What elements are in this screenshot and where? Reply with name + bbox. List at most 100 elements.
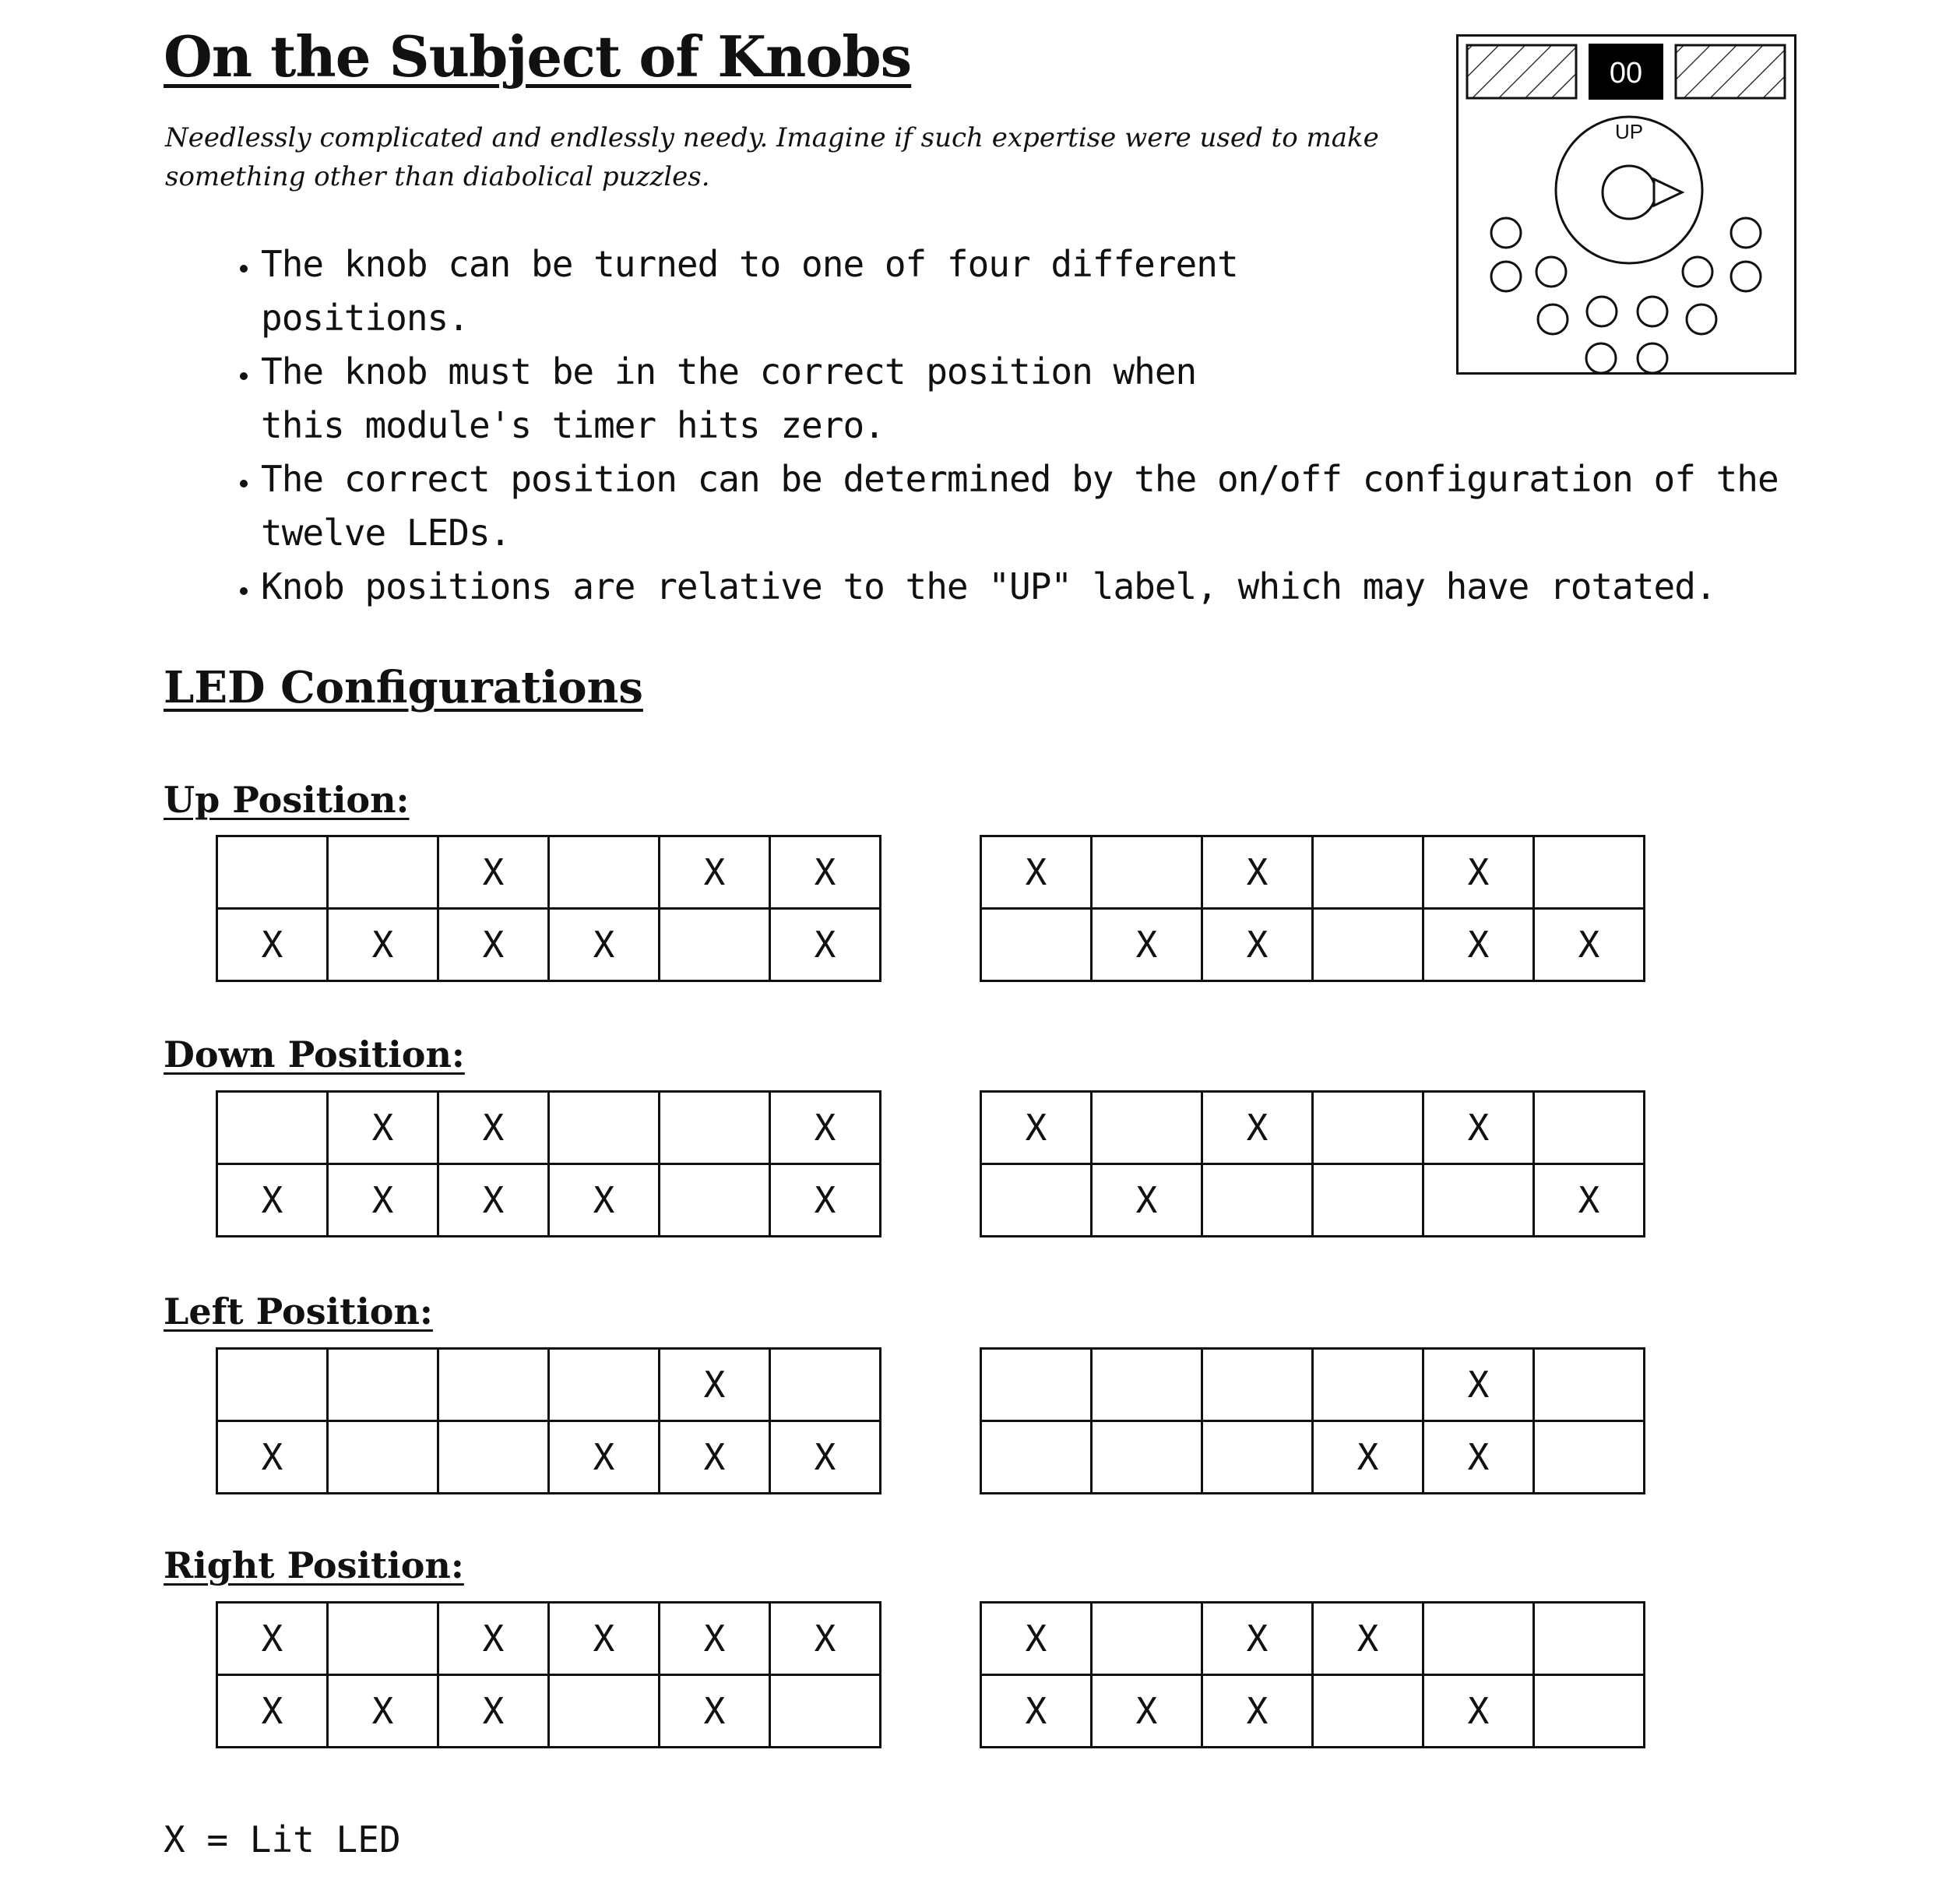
led-cell: X bbox=[1311, 1601, 1424, 1676]
led-cell bbox=[547, 1090, 660, 1165]
led-cell: X bbox=[1422, 1674, 1535, 1748]
led-cell bbox=[437, 1420, 550, 1494]
led-cell bbox=[547, 1347, 660, 1422]
led-config-table: XXXXXXX bbox=[980, 1601, 1645, 1748]
led-cell bbox=[216, 1347, 329, 1422]
position-label: Up Position: bbox=[164, 779, 410, 821]
led-cell bbox=[1311, 1347, 1424, 1422]
led-cell: X bbox=[658, 835, 771, 910]
led-cell: X bbox=[658, 1420, 771, 1494]
led-cell: X bbox=[437, 835, 550, 910]
led-cell: X bbox=[326, 907, 439, 982]
led-cell: X bbox=[1422, 1090, 1535, 1165]
led-cell bbox=[1532, 1420, 1645, 1494]
led-cell: X bbox=[1090, 907, 1203, 982]
led-cell bbox=[1422, 1163, 1535, 1237]
table-row: X bbox=[980, 1347, 1645, 1422]
table-row: XXX bbox=[980, 1601, 1645, 1676]
led-cell: X bbox=[769, 835, 881, 910]
hatched-panel-left bbox=[1466, 44, 1578, 100]
led-cell bbox=[1532, 1601, 1645, 1676]
led-cell bbox=[1201, 1347, 1314, 1422]
position-label: Left Position: bbox=[164, 1290, 433, 1332]
led-cell: X bbox=[1090, 1163, 1203, 1237]
led-cell bbox=[1090, 1090, 1203, 1165]
led-cell bbox=[1311, 1090, 1424, 1165]
led-cell: X bbox=[216, 1601, 329, 1676]
led-cell bbox=[769, 1674, 881, 1748]
table-row: XXXX bbox=[980, 1674, 1645, 1748]
led-cell: X bbox=[1422, 1420, 1535, 1494]
led-cell: X bbox=[1201, 1090, 1314, 1165]
legend: X = Lit LED bbox=[164, 1818, 401, 1861]
led-cell: X bbox=[216, 1674, 329, 1748]
led-cell bbox=[980, 1420, 1093, 1494]
led-cell bbox=[980, 907, 1093, 982]
led-cell: X bbox=[216, 1163, 329, 1237]
led-cell bbox=[658, 1163, 771, 1237]
led-cell bbox=[1201, 1163, 1314, 1237]
led-cell bbox=[547, 835, 660, 910]
led-cell: X bbox=[658, 1601, 771, 1676]
led-cell bbox=[769, 1347, 881, 1422]
led-cell bbox=[1311, 1674, 1424, 1748]
led-config-table: XXXXX bbox=[980, 1090, 1645, 1237]
led-cell: X bbox=[1201, 835, 1314, 910]
led-cell: X bbox=[1532, 907, 1645, 982]
table-row: X bbox=[216, 1347, 881, 1422]
table-row: XXXX bbox=[216, 1674, 881, 1748]
led-cell: X bbox=[1201, 1601, 1314, 1676]
led-cell bbox=[1422, 1601, 1535, 1676]
led-cell: X bbox=[216, 907, 329, 982]
led-cell bbox=[216, 1090, 329, 1165]
table-row: XXX bbox=[216, 1090, 881, 1165]
table-row: XXXX bbox=[216, 1420, 881, 1494]
led-cell: X bbox=[437, 1601, 550, 1676]
led-cell: X bbox=[1422, 1347, 1535, 1422]
table-row: XX bbox=[980, 1420, 1645, 1494]
table-row: XXX bbox=[980, 1090, 1645, 1165]
page-subtitle: Needlessly complicated and endlessly nee… bbox=[165, 122, 1379, 192]
led-cell bbox=[1090, 1420, 1203, 1494]
led-cell: X bbox=[216, 1420, 329, 1494]
table-row: XXXXX bbox=[216, 1163, 881, 1237]
led-cell bbox=[326, 1420, 439, 1494]
led-cell: X bbox=[658, 1674, 771, 1748]
page-title: On the Subject of Knobs bbox=[164, 23, 912, 90]
led-cell: X bbox=[1090, 1674, 1203, 1748]
led-cell bbox=[1532, 1674, 1645, 1748]
led-cell: X bbox=[1311, 1420, 1424, 1494]
hatched-panel-right bbox=[1674, 44, 1786, 100]
led-cell: X bbox=[980, 1601, 1093, 1676]
led-cell: X bbox=[769, 907, 881, 982]
table-row: XXX bbox=[216, 835, 881, 910]
position-label: Down Position: bbox=[164, 1033, 465, 1075]
led-cell: X bbox=[980, 1090, 1093, 1165]
led-config-table: XXXXXXX bbox=[980, 835, 1645, 982]
led-cell bbox=[1311, 1163, 1424, 1237]
led-cell bbox=[658, 1090, 771, 1165]
led-cell: X bbox=[1422, 907, 1535, 982]
knob-module-diagram: 00 UP bbox=[1456, 34, 1796, 375]
led-config-table: XXX bbox=[980, 1347, 1645, 1494]
led-cell: X bbox=[437, 1090, 550, 1165]
led-cell bbox=[980, 1347, 1093, 1422]
led-cell bbox=[980, 1163, 1093, 1237]
led-config-table: XXXXXXXX bbox=[216, 1090, 881, 1237]
led-cell: X bbox=[547, 1420, 660, 1494]
led-cell: X bbox=[326, 1090, 439, 1165]
led-cell: X bbox=[1201, 1674, 1314, 1748]
led-cell bbox=[1090, 835, 1203, 910]
led-config-table: XXXXXXXX bbox=[216, 835, 881, 982]
led-cell bbox=[326, 1601, 439, 1676]
up-label: UP bbox=[1615, 120, 1643, 143]
led-cell bbox=[216, 835, 329, 910]
led-cell: X bbox=[547, 1601, 660, 1676]
rule-item: The knob can be turned to one of four di… bbox=[261, 238, 1289, 345]
table-row: XX bbox=[980, 1163, 1645, 1237]
led-cell bbox=[1090, 1601, 1203, 1676]
led-cell bbox=[1201, 1420, 1314, 1494]
rule-item: The knob must be in the correct position… bbox=[261, 345, 1289, 452]
led-cell bbox=[437, 1347, 550, 1422]
led-cell: X bbox=[1532, 1163, 1645, 1237]
